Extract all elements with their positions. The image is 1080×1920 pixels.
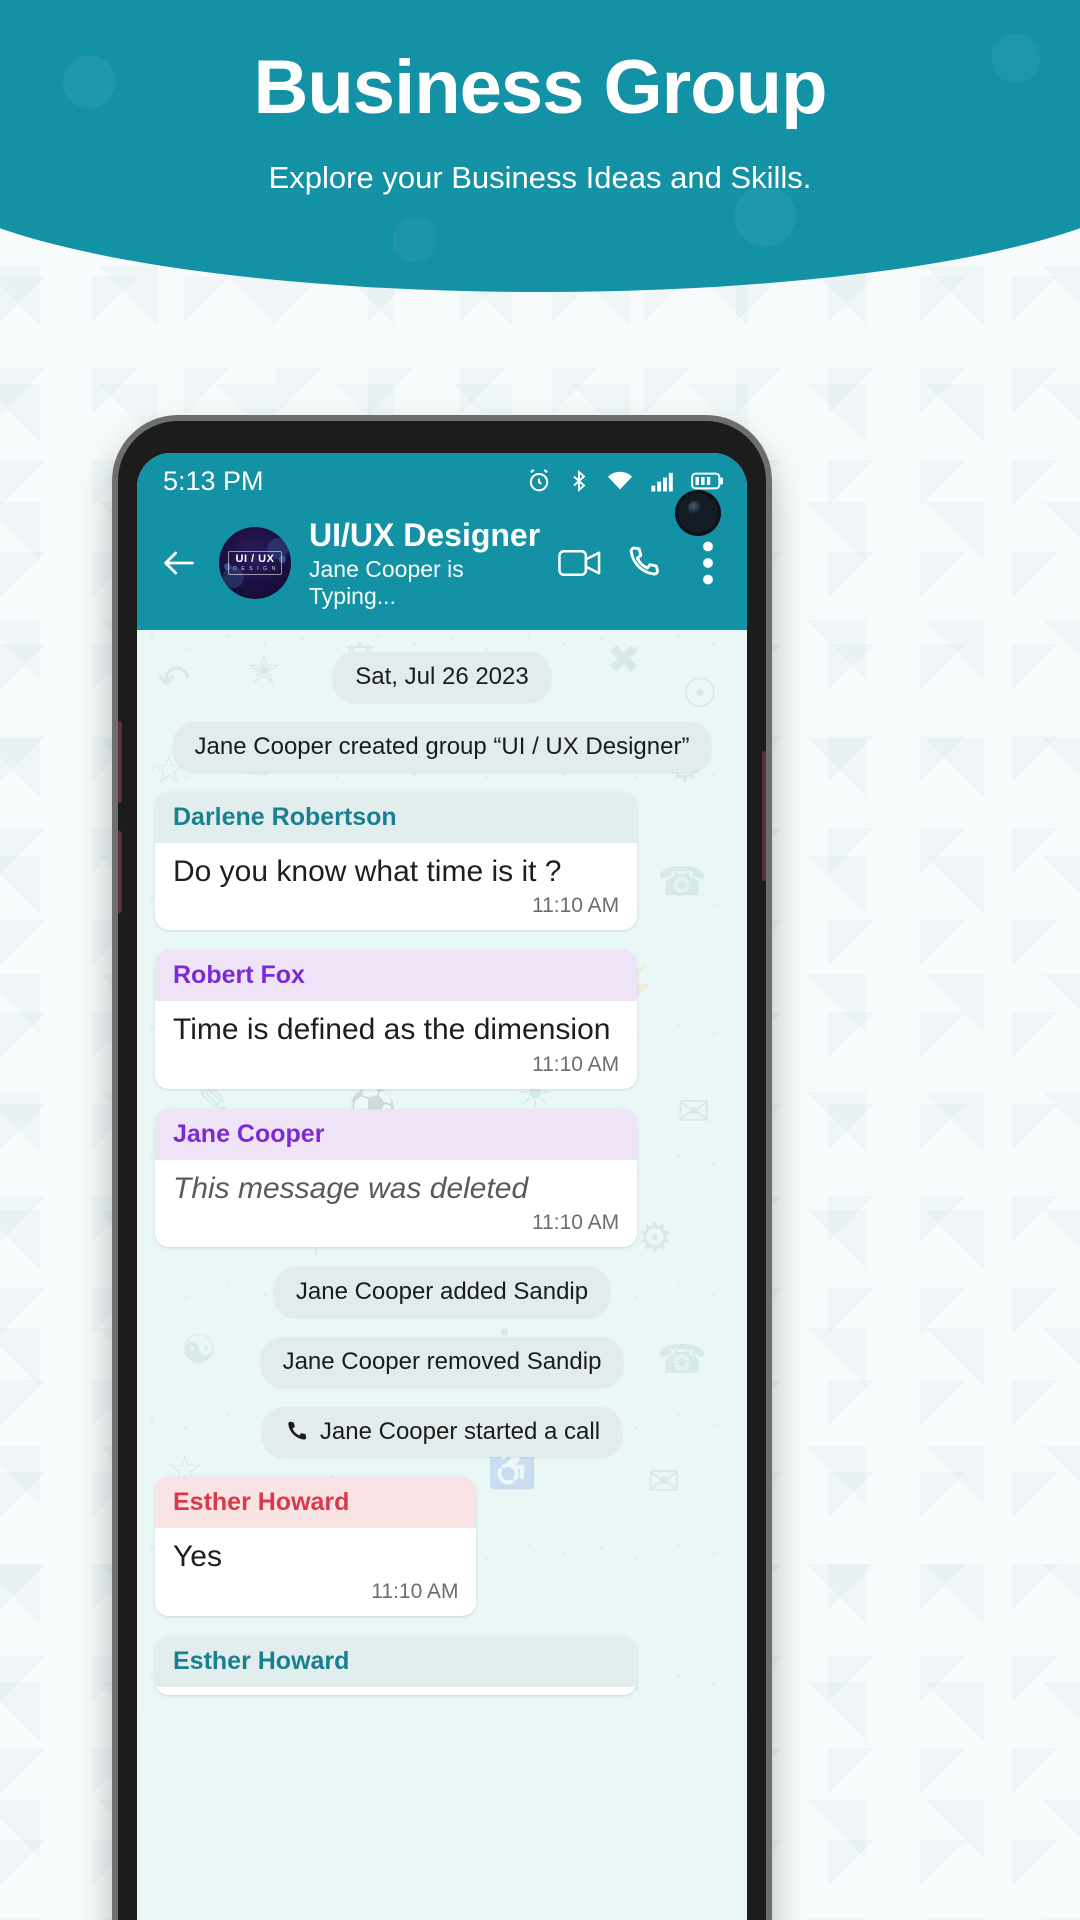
chat-title: UI/UX Designer [309, 517, 541, 553]
message-sender: Esther Howard [155, 1477, 477, 1529]
system-message-text: Jane Cooper started a call [319, 1418, 601, 1446]
message-timestamp: 11:10 AM [371, 1579, 459, 1603]
message-sender: Robert Fox [155, 950, 638, 1002]
avatar-label-secondary: D E S I G N [233, 566, 277, 573]
voice-call-icon[interactable] [621, 540, 667, 586]
phone-screen: 5:13 PM UI / UX D E S I G N UI/UX Design… [137, 453, 747, 1920]
message-bubble[interactable]: Robert Fox Time is defined as the dimensi… [155, 950, 638, 1089]
promo-page: Business Group Explore your Business Ide… [0, 0, 1080, 1920]
system-message-row: Jane Cooper added Sandip [155, 1267, 729, 1318]
power-button[interactable] [762, 751, 766, 881]
hero-banner: Business Group Explore your Business Ide… [0, 0, 1080, 292]
message-sender: Esther Howard [155, 1635, 638, 1687]
system-message-row: Jane Cooper created group “UI / UX Desig… [155, 721, 729, 772]
message-timestamp: 11:10 AM [531, 894, 620, 918]
chat-scroll-container[interactable]: Sat, Jul 26 2023 Jane Cooper created gro… [155, 651, 729, 1695]
volume-down-button[interactable] [118, 831, 122, 913]
message-text: This message was deleted [173, 1171, 529, 1205]
system-message-row: Jane Cooper started a call [155, 1407, 729, 1458]
message-timestamp: 11:10 AM [531, 1211, 620, 1235]
message-text: Time is defined as the dimension [173, 1013, 611, 1047]
phone-mockup: 5:13 PM UI / UX D E S I G N UI/UX Design… [118, 421, 766, 1920]
date-divider-row: Sat, Jul 26 2023 [155, 651, 729, 702]
back-arrow-icon[interactable] [153, 537, 205, 589]
phone-call-icon [288, 1421, 307, 1440]
chat-header-text[interactable]: UI/UX Designer Jane Cooper is Typing... [309, 517, 543, 610]
page-subtitle: Explore your Business Ideas and Skills. [268, 160, 812, 195]
status-time: 5:13 PM [163, 465, 264, 496]
chat-message-list[interactable]: ↶ ✭ ⚖ ☇ ✖ ☉ ☆ ☕ ✉ ✉ ⚙ ✎ ☺ ℹ ☎ ♪ ☑ [137, 629, 747, 1715]
avatar[interactable]: UI / UX D E S I G N [219, 527, 291, 600]
system-message: Jane Cooper started a call [261, 1407, 623, 1458]
more-options-icon[interactable] [685, 540, 731, 586]
message-bubble[interactable]: Esther Howard Yes 11:10 AM [155, 1477, 477, 1616]
front-camera [678, 493, 718, 533]
system-message: Jane Cooper added Sandip [273, 1267, 611, 1318]
message-bubble[interactable]: Jane Cooper This message was deleted 11:10… [155, 1108, 638, 1248]
chat-typing-status: Jane Cooper is Typing... [309, 555, 464, 609]
volume-up-button[interactable] [118, 721, 122, 803]
page-title: Business Group [253, 45, 828, 130]
system-message-row: Jane Cooper removed Sandip [155, 1337, 729, 1388]
system-message: Jane Cooper removed Sandip [260, 1337, 624, 1388]
video-call-icon[interactable] [557, 540, 603, 586]
system-message-text: Jane Cooper removed Sandip [282, 1348, 602, 1376]
chat-app-bar: UI / UX D E S I G N UI/UX Designer Jane … [137, 509, 747, 630]
message-sender: Darlene Robertson [155, 791, 638, 843]
system-message-text: Jane Cooper created group “UI / UX Desig… [194, 732, 690, 760]
bluetooth-icon [567, 467, 591, 495]
battery-icon [691, 467, 725, 495]
status-bar: 5:13 PM [137, 453, 747, 509]
alarm-icon [525, 467, 553, 495]
avatar-label-primary: UI / UX [235, 553, 275, 566]
system-message-text: Jane Cooper added Sandip [295, 1278, 589, 1306]
message-bubble[interactable]: Esther Howard [155, 1635, 638, 1695]
system-message: Jane Cooper created group “UI / UX Desig… [172, 721, 712, 772]
wifi-icon [605, 467, 635, 495]
message-sender: Jane Cooper [155, 1108, 638, 1160]
message-text: Yes [173, 1540, 222, 1574]
message-bubble[interactable]: Darlene Robertson Do you know what time i… [155, 791, 638, 931]
date-divider: Sat, Jul 26 2023 [333, 651, 551, 702]
message-timestamp: 11:10 AM [531, 1052, 620, 1076]
cellular-signal-icon [649, 467, 677, 495]
message-text: Do you know what time is it ? [173, 854, 562, 888]
